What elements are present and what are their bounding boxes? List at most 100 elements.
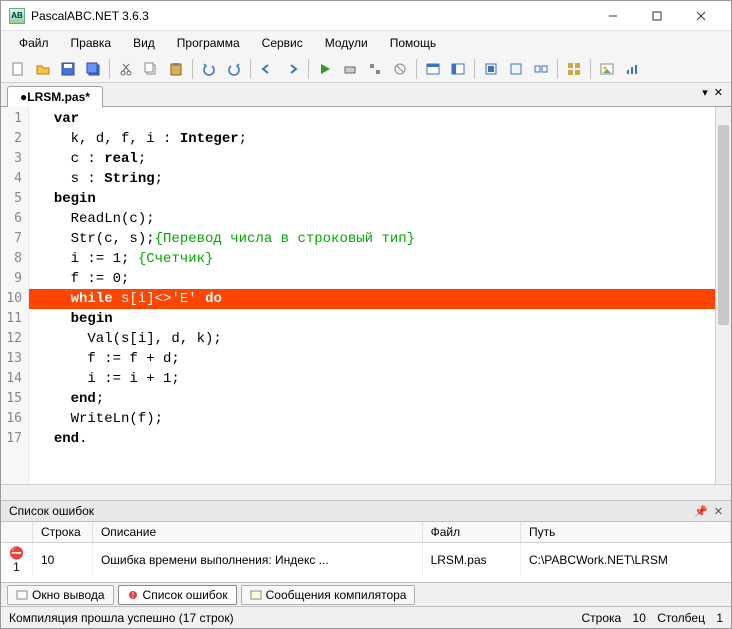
vertical-scrollbar[interactable]: [715, 107, 731, 484]
errors-col-2[interactable]: Описание: [92, 522, 422, 543]
code-line[interactable]: Val(s[i], d, k);: [29, 329, 715, 349]
form2-icon[interactable]: [447, 58, 469, 80]
code-line[interactable]: f := 0;: [29, 269, 715, 289]
errors-col-4[interactable]: Путь: [520, 522, 730, 543]
bottom-tabbar: Окно вывода!Список ошибокСообщения компи…: [1, 582, 731, 606]
titlebar: AB PascalABC.NET 3.6.3: [1, 1, 731, 31]
minimize-button[interactable]: [591, 2, 635, 30]
tab-close-icon[interactable]: ✕: [714, 86, 723, 99]
line-number: 9: [1, 269, 28, 289]
maximize-button[interactable]: [635, 2, 679, 30]
nav1-icon[interactable]: [256, 58, 278, 80]
code-line[interactable]: end.: [29, 429, 715, 449]
horizontal-scrollbar[interactable]: [1, 484, 731, 500]
paste-icon[interactable]: [165, 58, 187, 80]
errors-panel-title: Список ошибок: [9, 504, 694, 518]
code-line[interactable]: c : real;: [29, 149, 715, 169]
error-row[interactable]: ⛔ 110Ошибка времени выполнения: Индекс .…: [1, 543, 731, 578]
menu-программа[interactable]: Программа: [167, 33, 250, 53]
code-line[interactable]: while s[i]<>'E' do: [29, 289, 715, 309]
file-tab[interactable]: ●LRSM.pas*: [7, 86, 103, 107]
line-number: 12: [1, 329, 28, 349]
toolbar-separator: [250, 59, 251, 79]
toolbar-separator: [557, 59, 558, 79]
pin-icon[interactable]: 📌: [694, 505, 708, 518]
redo-icon[interactable]: [223, 58, 245, 80]
saveall-icon[interactable]: [82, 58, 104, 80]
code-line[interactable]: k, d, f, i : Integer;: [29, 129, 715, 149]
line-number: 2: [1, 129, 28, 149]
line-number: 16: [1, 409, 28, 429]
close-button[interactable]: [679, 2, 723, 30]
line-number: 7: [1, 229, 28, 249]
nav2-icon[interactable]: [281, 58, 303, 80]
code-line[interactable]: i := i + 1;: [29, 369, 715, 389]
bottom-tab-icon: [250, 589, 262, 601]
errors-header-row: СтрокаОписаниеФайлПуть: [1, 522, 731, 543]
menu-файл[interactable]: Файл: [9, 33, 59, 53]
code-line[interactable]: end;: [29, 389, 715, 409]
tab-controls: ▾ ✕: [702, 86, 723, 99]
code-line[interactable]: var: [29, 109, 715, 129]
menu-модули[interactable]: Модули: [315, 33, 378, 53]
statusbar: Компиляция прошла успешно (17 строк) Стр…: [1, 606, 731, 628]
editor-area: 1234567891011121314151617 var k, d, f, i…: [1, 107, 731, 484]
line-number: 10: [1, 289, 28, 309]
status-message: Компиляция прошла успешно (17 строк): [9, 611, 581, 625]
line-number: 3: [1, 149, 28, 169]
img-icon[interactable]: [596, 58, 618, 80]
code-line[interactable]: f := f + d;: [29, 349, 715, 369]
stop-icon[interactable]: [389, 58, 411, 80]
grid-icon[interactable]: [563, 58, 585, 80]
code-line[interactable]: Str(c, s);{Перевод числа в строковый тип…: [29, 229, 715, 249]
code-editor[interactable]: var k, d, f, i : Integer; c : real; s : …: [29, 107, 715, 484]
chart-icon[interactable]: [621, 58, 643, 80]
toolbar-separator: [474, 59, 475, 79]
errors-table: СтрокаОписаниеФайлПуть ⛔ 110Ошибка време…: [1, 522, 731, 582]
line-number: 1: [1, 109, 28, 129]
menu-помощь[interactable]: Помощь: [380, 33, 446, 53]
panel-close-icon[interactable]: ✕: [714, 505, 723, 518]
file-tabbar: ●LRSM.pas* ▾ ✕: [1, 83, 731, 107]
bottom-tab-1[interactable]: !Список ошибок: [118, 585, 237, 605]
svg-text:!: !: [131, 591, 133, 600]
form1-icon[interactable]: [422, 58, 444, 80]
bottom-tab-icon: [16, 589, 28, 601]
new-icon[interactable]: [7, 58, 29, 80]
line-number: 4: [1, 169, 28, 189]
step-icon[interactable]: [364, 58, 386, 80]
open-icon[interactable]: [32, 58, 54, 80]
code-line[interactable]: WriteLn(f);: [29, 409, 715, 429]
scroll-thumb[interactable]: [718, 125, 729, 325]
bottom-tab-2[interactable]: Сообщения компилятора: [241, 585, 416, 605]
window-title: PascalABC.NET 3.6.3: [31, 9, 591, 23]
line-number: 14: [1, 369, 28, 389]
code-line[interactable]: s : String;: [29, 169, 715, 189]
tab-dropdown-icon[interactable]: ▾: [702, 86, 708, 99]
run-icon[interactable]: [314, 58, 336, 80]
box2-icon[interactable]: [505, 58, 527, 80]
code-line[interactable]: i := 1; {Счетчик}: [29, 249, 715, 269]
box3-icon[interactable]: [530, 58, 552, 80]
copy-icon[interactable]: [140, 58, 162, 80]
errors-col-3[interactable]: Файл: [422, 522, 520, 543]
errors-col-1[interactable]: Строка: [32, 522, 92, 543]
box1-icon[interactable]: [480, 58, 502, 80]
menu-правка[interactable]: Правка: [61, 33, 122, 53]
cut-icon[interactable]: [115, 58, 137, 80]
menu-сервис[interactable]: Сервис: [252, 33, 313, 53]
cursor-position: Строка 10 Столбец 1: [581, 611, 723, 625]
undo-icon[interactable]: [198, 58, 220, 80]
bottom-tab-0[interactable]: Окно вывода: [7, 585, 114, 605]
bottom-tab-icon: !: [127, 589, 139, 601]
errors-col-0[interactable]: [1, 522, 32, 543]
code-line[interactable]: begin: [29, 309, 715, 329]
line-number: 8: [1, 249, 28, 269]
code-line[interactable]: begin: [29, 189, 715, 209]
line-gutter: 1234567891011121314151617: [1, 107, 29, 484]
error-icon: ⛔ 1: [1, 543, 32, 578]
code-line[interactable]: ReadLn(c);: [29, 209, 715, 229]
menu-вид[interactable]: Вид: [123, 33, 165, 53]
save-icon[interactable]: [57, 58, 79, 80]
debug-icon[interactable]: [339, 58, 361, 80]
